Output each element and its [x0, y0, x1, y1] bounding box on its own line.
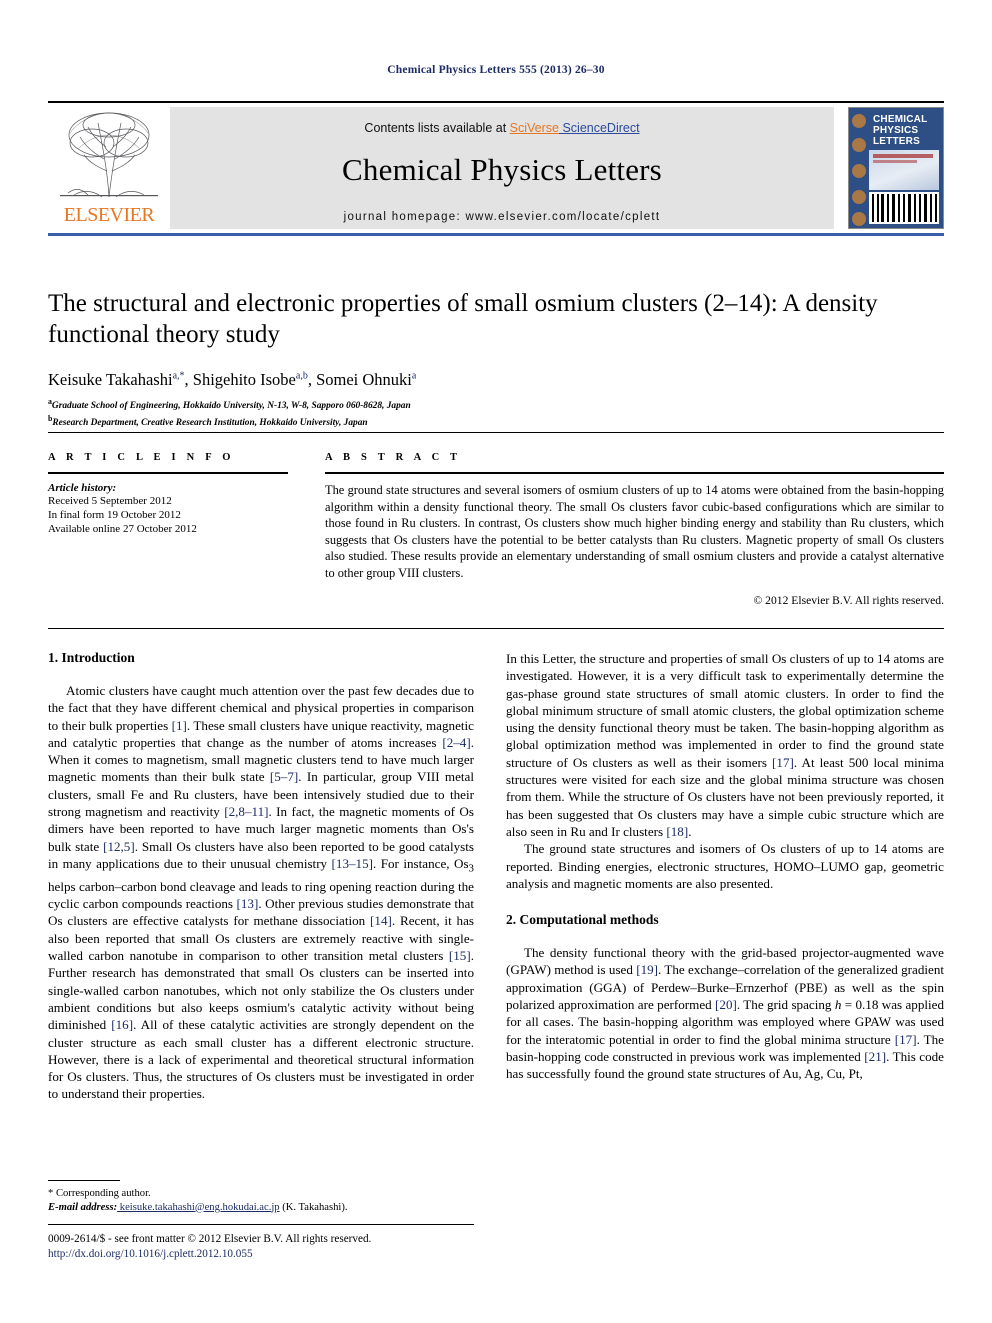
sciverse-link[interactable]: SciVerse	[510, 121, 559, 135]
abstract-rule	[325, 472, 944, 474]
affiliations: aGraduate School of Engineering, Hokkaid…	[48, 396, 944, 429]
article-info-heading: A R T I C L E I N F O	[48, 452, 235, 463]
intro-text-g: . For instance, Os	[373, 855, 469, 871]
corresponding-author-note: * Corresponding author.	[48, 1188, 151, 1199]
email-suffix: (K. Takahashi).	[279, 1201, 348, 1213]
elsevier-logo: ELSEVIER	[48, 107, 170, 229]
cover-title-line-2: PHYSICS	[873, 125, 919, 136]
affiliation-a-text: Graduate School of Engineering, Hokkaido…	[51, 401, 411, 412]
masthead-center: Contents lists available at SciVerse Sci…	[170, 107, 834, 229]
author-1: Keisuke Takahashi	[48, 370, 173, 389]
title-block: The structural and electronic properties…	[48, 288, 944, 429]
cover-figure-image	[869, 150, 939, 190]
paper-title: The structural and electronic properties…	[48, 290, 878, 348]
citation-9[interactable]: [15]	[449, 948, 471, 963]
citation-4[interactable]: [2,8–11]	[224, 804, 268, 819]
article-info-rule	[48, 472, 288, 474]
article-history-received: Received 5 September 2012	[48, 495, 172, 507]
journal-cover-thumbnail: CHEMICAL PHYSICS LETTERS	[848, 107, 944, 229]
article-info-column: A R T I C L E I N F O Article history: R…	[48, 452, 288, 536]
citation-21[interactable]: [21]	[864, 1049, 886, 1064]
abstract-column: A B S T R A C T The ground state structu…	[325, 452, 944, 607]
author-1-affil-marker: a,*	[172, 370, 185, 382]
article-history-final-form: In final form 19 October 2012	[48, 509, 181, 521]
citation-6[interactable]: [13–15]	[332, 856, 373, 871]
journal-homepage[interactable]: journal homepage: www.elsevier.com/locat…	[170, 211, 834, 223]
citation-10[interactable]: [16]	[111, 1017, 133, 1032]
contents-available-line: Contents lists available at SciVerse Sci…	[170, 107, 834, 135]
affiliation-a: aGraduate School of Engineering, Hokkaid…	[48, 396, 944, 413]
citation-5[interactable]: [12,5]	[103, 839, 135, 854]
masthead-top-rule	[48, 101, 944, 103]
contents-prefix: Contents lists available at	[364, 121, 510, 135]
info-section-bottom-rule	[48, 628, 944, 629]
citation-17[interactable]: [17]	[895, 1032, 917, 1047]
citation-8[interactable]: [14]	[370, 913, 392, 928]
intro-paragraph-1: Atomic clusters have caught much attenti…	[48, 682, 474, 1103]
intro-paragraph-2: In this Letter, the structure and proper…	[506, 650, 944, 840]
author-separator-1: , Shigehito Isobe	[184, 370, 296, 389]
abstract-heading: A B S T R A C T	[325, 452, 462, 463]
running-head: Chemical Physics Letters 555 (2013) 26–3…	[387, 64, 605, 76]
citation-3[interactable]: [5–7]	[270, 769, 298, 784]
journal-masthead: ELSEVIER Contents lists available at Sci…	[48, 101, 944, 236]
sciencedirect-link[interactable]: ScienceDirect	[559, 121, 639, 135]
footnote-rule	[48, 1180, 120, 1181]
author-list: Keisuke Takahashia,*, Shigehito Isobea,b…	[48, 370, 944, 390]
info-section-top-rule	[48, 432, 944, 433]
author-3-affil-marker: a	[411, 370, 417, 382]
cover-title-line-3: LETTERS	[873, 136, 920, 147]
footer-block: 0009-2614/$ - see front matter © 2012 El…	[48, 1232, 548, 1261]
abstract-text: The ground state structures and several …	[325, 483, 944, 580]
cover-title-line-1: CHEMICAL	[873, 114, 928, 125]
citation-7[interactable]: [13]	[237, 896, 259, 911]
citation-12[interactable]: [18]	[666, 824, 688, 839]
methods-text-c: . The grid spacing	[736, 997, 835, 1013]
email-label: E-mail address:	[48, 1201, 118, 1213]
citation-1[interactable]: [1]	[172, 718, 187, 733]
cover-title: CHEMICAL PHYSICS LETTERS	[873, 114, 927, 147]
cover-barcode-icon	[869, 192, 939, 224]
intro-paragraph-3: The ground state structures and isomers …	[506, 841, 944, 891]
section-heading-introduction: 1. Introduction	[48, 650, 135, 665]
intro2-text-a: In this Letter, the structure and proper…	[506, 651, 944, 770]
issn-line: 0009-2614/$ - see front matter © 2012 El…	[48, 1233, 372, 1245]
footnote-block: * Corresponding author. E-mail address: …	[48, 1180, 474, 1214]
doi-link[interactable]: http://dx.doi.org/10.1016/j.cplett.2012.…	[48, 1247, 548, 1262]
citation-11[interactable]: [17]	[772, 755, 794, 770]
body-column-left: 1. Introduction Atomic clusters have cau…	[48, 650, 474, 1103]
elsevier-wordmark: ELSEVIER	[63, 204, 155, 226]
article-history-available-online: Available online 27 October 2012	[48, 523, 197, 535]
masthead-bottom-rule	[48, 233, 944, 236]
author-2-affil-marker: a,b	[295, 370, 308, 382]
cover-side-strip	[849, 108, 869, 228]
affiliation-b-text: Research Department, Creative Research I…	[52, 417, 368, 428]
body-column-right: In this Letter, the structure and proper…	[506, 650, 944, 1083]
abstract-copyright: © 2012 Elsevier B.V. All rights reserved…	[753, 593, 944, 607]
email-link[interactable]: keisuke.takahashi@eng.hokudai.ac.jp	[117, 1202, 280, 1213]
journal-article-page: Chemical Physics Letters 555 (2013) 26–3…	[0, 0, 992, 1323]
journal-title: Chemical Physics Letters	[342, 152, 662, 187]
os3-subscript: 3	[468, 862, 474, 875]
email-note: E-mail address: keisuke.takahashi@eng.ho…	[48, 1201, 474, 1215]
citation-20[interactable]: [20]	[715, 997, 737, 1012]
affiliation-b: bResearch Department, Creative Research …	[48, 413, 944, 430]
elsevier-tree-icon	[54, 109, 164, 201]
citation-2[interactable]: [2–4]	[442, 735, 470, 750]
citation-19[interactable]: [19]	[636, 962, 658, 977]
footer-rule	[48, 1224, 474, 1225]
intro2-text-c: .	[688, 823, 692, 839]
section-heading-computational-methods: 2. Computational methods	[506, 912, 659, 928]
article-history-label: Article history:	[48, 482, 117, 494]
methods-paragraph-1: The density functional theory with the g…	[506, 944, 944, 1082]
author-separator-2: , Somei Ohnuki	[307, 370, 412, 389]
